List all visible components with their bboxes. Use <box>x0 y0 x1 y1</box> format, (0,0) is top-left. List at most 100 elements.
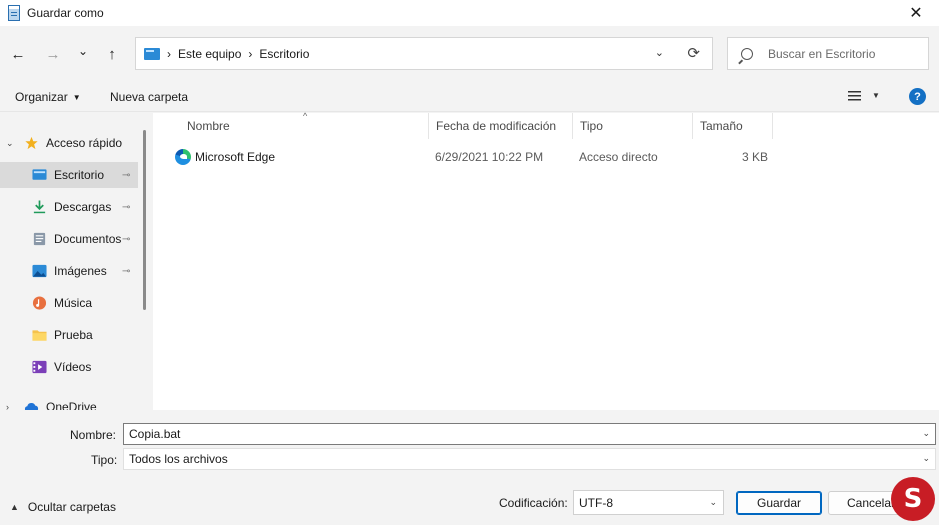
filetype-select[interactable]: Todos los archivos ⌄ <box>123 448 936 470</box>
folder-icon <box>32 330 47 341</box>
arrow-up-icon: ↑ <box>108 45 116 63</box>
breadcrumb-separator-icon: › <box>167 46 171 61</box>
hide-folders-button[interactable]: ▲ Ocultar carpetas <box>10 500 116 514</box>
window-title: Guardar como <box>27 6 104 20</box>
view-options-icon[interactable] <box>848 91 861 102</box>
breadcrumb-desktop[interactable]: Escritorio <box>259 47 309 61</box>
column-label: Tamaño <box>700 119 743 133</box>
chevron-down-icon[interactable]: ⌄ <box>6 138 14 149</box>
hide-folders-label: Ocultar carpetas <box>27 500 116 514</box>
title-bar: Guardar como ✕ <box>0 0 939 26</box>
download-icon <box>33 200 46 214</box>
sidebar-item-desktop[interactable]: Escritorio ⊸ <box>0 162 138 188</box>
filename-value: Copia.bat <box>129 427 181 441</box>
sidebar-item-label: Acceso rápido <box>46 136 123 150</box>
desktop-icon <box>32 169 47 180</box>
search-icon <box>741 47 753 60</box>
column-header-modified[interactable]: Fecha de modificación <box>429 113 573 139</box>
chevron-down-icon[interactable]: ⌄ <box>922 453 930 464</box>
sidebar-item-prueba[interactable]: Prueba <box>0 322 138 348</box>
encoding-select[interactable]: UTF-8 ⌄ <box>573 490 724 515</box>
column-header-type[interactable]: Tipo <box>573 113 693 139</box>
save-button-label: Guardar <box>756 496 802 510</box>
sidebar-item-music[interactable]: Música <box>0 290 138 316</box>
help-icon[interactable]: ? <box>909 88 926 105</box>
sidebar-item-label: Vídeos <box>54 360 92 374</box>
notepad-icon <box>8 5 20 21</box>
sidebar-item-label: Descargas <box>54 200 112 214</box>
column-header-name[interactable]: Nombre <box>180 113 429 139</box>
pin-icon[interactable]: ⊸ <box>122 234 130 245</box>
file-size: 3 KB <box>742 150 769 164</box>
encoding-value: UTF-8 <box>579 495 613 510</box>
close-button[interactable]: ✕ <box>893 0 939 26</box>
sidebar-item-pictures[interactable]: Imágenes ⊸ <box>0 258 138 284</box>
recent-locations-button[interactable]: ⌄ <box>72 40 94 62</box>
sidebar-item-label: Música <box>54 296 93 310</box>
save-button[interactable]: Guardar <box>736 491 822 515</box>
breadcrumb-this-pc[interactable]: Este equipo <box>178 47 241 61</box>
filetype-label: Tipo: <box>91 453 118 467</box>
caret-down-icon: ▼ <box>72 92 81 102</box>
file-name: Microsoft Edge <box>195 150 276 164</box>
new-folder-label: Nueva carpeta <box>110 90 189 104</box>
sidebar-item-documents[interactable]: Documentos ⊸ <box>0 226 138 252</box>
cancel-button-label: Cancelar <box>846 496 896 510</box>
encoding-label: Codificación: <box>499 496 568 510</box>
filename-input[interactable]: Copia.bat ⌄ <box>123 423 936 445</box>
pictures-icon <box>32 264 47 278</box>
column-label: Fecha de modificación <box>436 119 557 133</box>
watermark-letter: S <box>903 484 923 514</box>
save-panel: Nombre: Copia.bat ⌄ Tipo: Todos los arch… <box>0 410 939 525</box>
up-button[interactable]: ↑ <box>101 43 123 65</box>
caret-up-icon: ▲ <box>10 502 19 512</box>
filetype-value: Todos los archivos <box>129 452 228 466</box>
help-label: ? <box>914 90 921 103</box>
search-input[interactable]: Buscar en Escritorio <box>727 37 929 70</box>
back-button[interactable]: ← <box>7 43 29 65</box>
table-row[interactable]: Microsoft Edge 6/29/2021 10:22 PM Acceso… <box>153 146 939 168</box>
file-type: Acceso directo <box>579 150 658 164</box>
music-icon <box>32 296 47 310</box>
sidebar-item-label: Imágenes <box>54 264 107 278</box>
new-folder-button[interactable]: Nueva carpeta <box>110 90 188 104</box>
videos-icon <box>32 360 47 374</box>
command-bar: Organizar ▼ Nueva carpeta ▼ ? <box>0 82 939 112</box>
address-dropdown-icon[interactable]: ⌄ <box>655 46 664 59</box>
breadcrumb-separator-icon: › <box>248 46 253 61</box>
arrow-left-icon: ← <box>10 45 26 63</box>
pin-icon[interactable]: ⊸ <box>122 266 130 277</box>
close-icon: ✕ <box>909 5 923 22</box>
column-label: Nombre <box>187 119 230 133</box>
column-label: Tipo <box>580 119 603 133</box>
organize-button[interactable]: Organizar ▼ <box>15 90 81 104</box>
navigation-bar: ← → ⌄ ↑ › Este equipo › Escritorio ⌄ ⟳ B… <box>0 26 939 82</box>
pin-icon[interactable]: ⊸ <box>122 170 130 181</box>
file-list[interactable]: ^ Nombre Fecha de modificación Tipo Tama… <box>153 111 939 410</box>
watermark-logo: S <box>891 477 935 521</box>
refresh-icon[interactable]: ⟳ <box>687 44 700 62</box>
document-icon <box>33 232 46 246</box>
arrow-right-icon: → <box>45 45 61 63</box>
this-pc-icon <box>144 47 160 60</box>
chevron-down-icon: ⌄ <box>77 44 89 58</box>
chevron-down-icon[interactable]: ⌄ <box>922 428 930 439</box>
chevron-down-icon[interactable]: ⌄ <box>709 497 717 508</box>
star-icon <box>25 136 38 150</box>
sidebar-item-quick-access[interactable]: ⌄ Acceso rápido <box>0 130 138 156</box>
forward-button[interactable]: → <box>42 43 64 65</box>
sidebar-item-videos[interactable]: Vídeos <box>0 354 138 380</box>
address-bar[interactable]: › Este equipo › Escritorio ⌄ ⟳ <box>135 37 713 70</box>
sidebar-scrollbar[interactable] <box>143 130 146 310</box>
caret-down-icon[interactable]: ▼ <box>872 91 880 100</box>
navigation-pane[interactable]: ⌄ Acceso rápido Escritorio ⊸ Descargas ⊸… <box>0 113 153 414</box>
sidebar-item-label: Prueba <box>54 328 93 342</box>
filename-label: Nombre: <box>70 428 117 442</box>
pin-icon[interactable]: ⊸ <box>122 202 130 213</box>
organize-label: Organizar <box>15 90 68 104</box>
search-placeholder: Buscar en Escritorio <box>768 46 876 61</box>
sidebar-item-label: Escritorio <box>54 168 105 182</box>
file-modified: 6/29/2021 10:22 PM <box>435 150 544 164</box>
sidebar-item-downloads[interactable]: Descargas ⊸ <box>0 194 138 220</box>
column-header-size[interactable]: Tamaño <box>693 113 773 139</box>
